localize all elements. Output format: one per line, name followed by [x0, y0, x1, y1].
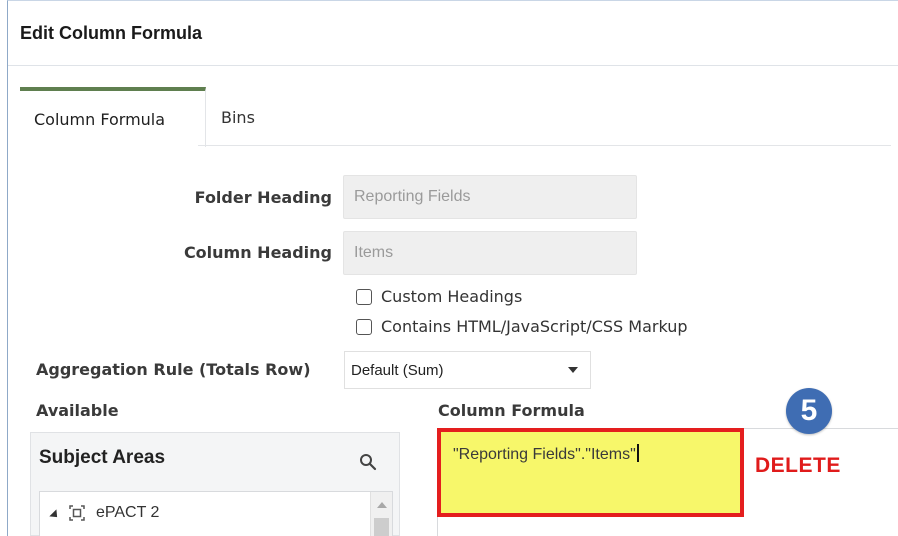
aggregation-rule-value: Default (Sum) — [351, 361, 444, 379]
custom-headings-label: Custom Headings — [381, 287, 523, 306]
folder-heading-field[interactable]: Reporting Fields — [343, 175, 637, 219]
scroll-thumb[interactable] — [374, 518, 389, 536]
tree-scrollbar[interactable] — [370, 492, 392, 536]
folder-heading-label: Folder Heading — [194, 188, 332, 207]
aggregation-rule-select[interactable]: Default (Sum) — [344, 351, 591, 389]
formula-highlight[interactable]: "Reporting Fields"."Items" — [437, 428, 744, 517]
subject-area-icon — [69, 505, 85, 521]
contains-markup-label: Contains HTML/JavaScript/CSS Markup — [381, 317, 688, 336]
tree-item-epact-2[interactable]: ePACT 2 — [96, 504, 159, 522]
text-cursor — [636, 444, 639, 462]
formula-text-wrapper[interactable]: "Reporting Fields"."Items" — [453, 444, 639, 464]
expand-triangle-icon[interactable] — [49, 509, 61, 521]
subject-areas-panel: Subject Areas ePACT 2 — [30, 432, 400, 536]
formula-text: "Reporting Fields"."Items" — [453, 446, 636, 463]
contains-markup-checkbox[interactable] — [356, 318, 372, 335]
contains-markup-option[interactable]: Contains HTML/JavaScript/CSS Markup — [356, 317, 688, 336]
column-heading-field[interactable]: Items — [343, 231, 637, 275]
tab-bins[interactable]: Bins — [218, 87, 278, 147]
chevron-down-icon — [568, 367, 578, 373]
subject-areas-title: Subject Areas — [39, 447, 166, 468]
column-formula-label: Column Formula — [438, 401, 585, 420]
step-number-badge: 5 — [786, 388, 832, 434]
column-heading-label: Column Heading — [183, 243, 332, 262]
tabs-divider — [198, 145, 891, 146]
available-label: Available — [36, 401, 119, 420]
search-icon[interactable] — [359, 453, 377, 471]
custom-headings-checkbox[interactable] — [356, 288, 372, 305]
tab-column-formula[interactable]: Column Formula — [20, 87, 206, 147]
delete-annotation: DELETE — [755, 454, 841, 477]
subject-areas-tree: ePACT 2 — [39, 491, 393, 536]
aggregation-rule-label: Aggregation Rule (Totals Row) — [36, 360, 311, 379]
title-divider — [8, 65, 898, 66]
scroll-up-arrow-icon[interactable] — [377, 502, 387, 508]
dialog-title: Edit Column Formula — [20, 23, 202, 43]
custom-headings-option[interactable]: Custom Headings — [356, 287, 522, 306]
